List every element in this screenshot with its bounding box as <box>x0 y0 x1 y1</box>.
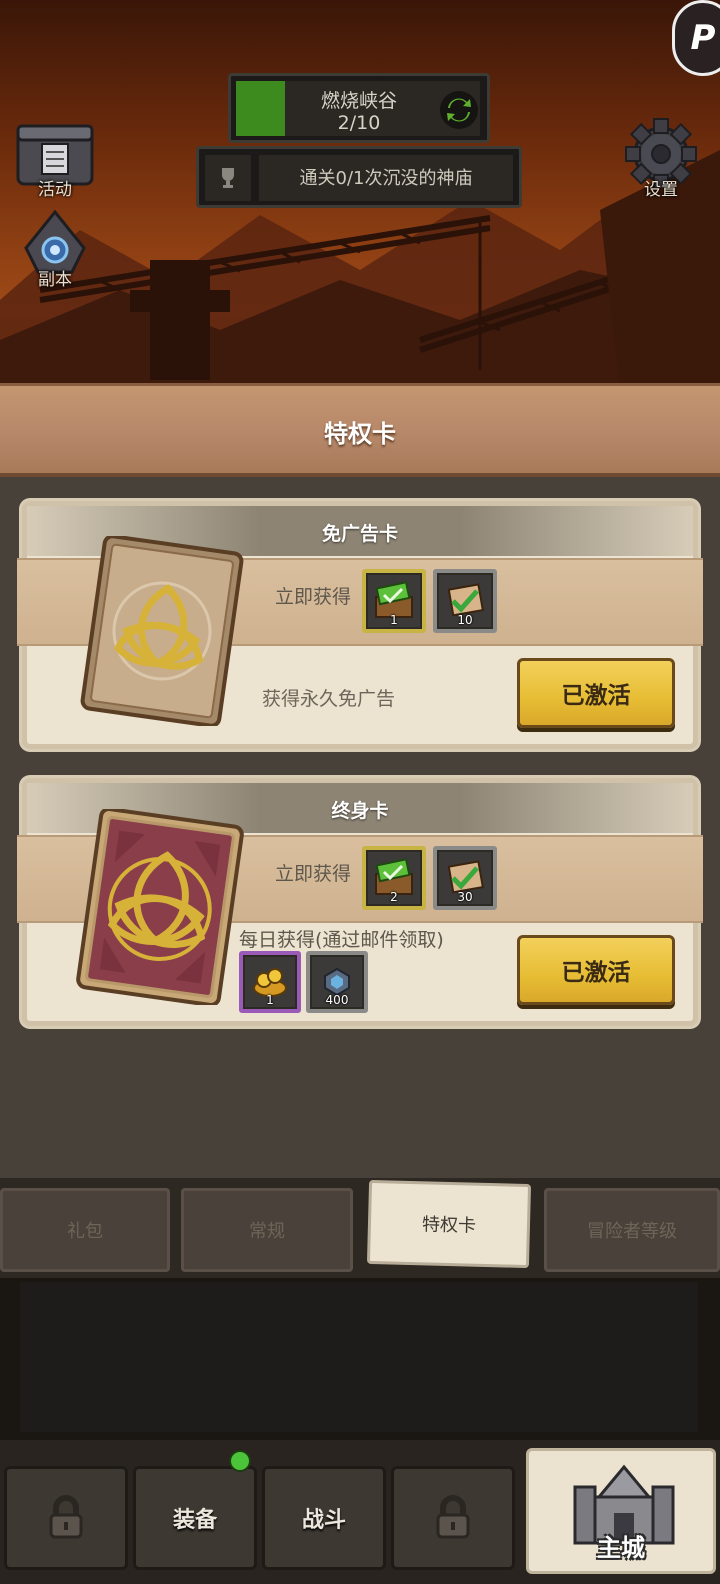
reward-qty: 400 <box>325 993 349 1007</box>
settings-label: 设置 <box>644 180 678 200</box>
instant-reward-label: 立即获得 <box>275 586 352 608</box>
reward-qty: 1 <box>390 613 398 627</box>
stage-progress-box: 燃烧峡谷 2/10 <box>228 73 490 143</box>
logo-glyph-icon: P <box>690 18 716 58</box>
nav-equipment[interactable]: 装备 <box>133 1466 257 1570</box>
card-description: 获得永久免广告 <box>262 688 396 710</box>
tab-adventurer-level[interactable]: 冒险者等级 <box>544 1188 720 1272</box>
main-city-label: 主城 <box>597 1534 645 1562</box>
reward-slot[interactable]: 30 <box>433 846 497 910</box>
reward-qty: 1 <box>266 993 274 1007</box>
dungeon-label: 副本 <box>38 270 72 290</box>
content-empty-area <box>20 1282 698 1432</box>
lock-icon <box>436 1495 470 1539</box>
shop-tabs: 礼包 常规 特权卡 冒险者等级 <box>0 1178 720 1278</box>
quest-tracker[interactable]: 通关0/1次沉没的神庙 <box>196 146 522 208</box>
dungeon-button[interactable]: 副本 <box>12 208 98 294</box>
lifetime-card: 终身卡 立即获得 2 30 每日获得(通过邮件领取) 1 400 已激活 <box>17 778 703 1026</box>
quest-trophy-icon <box>205 155 251 201</box>
tab-gift-pack[interactable]: 礼包 <box>0 1188 170 1272</box>
nav-locked-1[interactable] <box>4 1466 128 1570</box>
daily-reward-slot[interactable]: 1 <box>239 951 301 1013</box>
daily-reward-slot[interactable]: 400 <box>306 951 368 1013</box>
reward-qty: 2 <box>390 890 398 904</box>
activity-button[interactable]: 活动 <box>12 118 98 204</box>
no-ads-card: 免广告卡 立即获得 1 10 获得永久免广告 已激活 <box>17 501 703 749</box>
reward-slot[interactable]: 10 <box>433 569 497 633</box>
activated-button[interactable]: 已激活 <box>517 658 675 728</box>
quest-text: 通关0/1次沉没的神庙 <box>299 168 473 189</box>
app-logo: P <box>672 0 720 76</box>
refresh-icon <box>447 98 471 122</box>
bottom-nav: 装备 战斗 主城 <box>0 1440 720 1584</box>
reward-slot[interactable]: 1 <box>362 569 426 633</box>
nav-battle[interactable]: 战斗 <box>262 1466 386 1570</box>
settings-button[interactable]: 设置 <box>618 118 704 204</box>
privilege-header: 特权卡 <box>0 383 720 477</box>
activated-button[interactable]: 已激活 <box>517 935 675 1005</box>
lifetime-card-art <box>76 809 244 1005</box>
page-title: 特权卡 <box>324 420 396 448</box>
tab-privilege-card[interactable]: 特权卡 <box>366 1179 532 1269</box>
reward-qty: 30 <box>457 890 473 904</box>
lock-icon <box>49 1495 83 1539</box>
nav-main-city[interactable]: 主城 <box>526 1448 716 1574</box>
reward-qty: 10 <box>457 613 473 627</box>
no-ads-card-art <box>80 536 244 726</box>
daily-reward-label: 每日获得(通过邮件领取) <box>239 929 444 951</box>
instant-reward-label: 立即获得 <box>275 863 352 885</box>
activity-label: 活动 <box>38 180 72 200</box>
refresh-stage-button[interactable] <box>440 91 478 129</box>
game-scene: P 燃烧峡谷 2/10 通关0/1次沉没的神庙 活动 副本 设置 <box>0 0 720 392</box>
tab-regular[interactable]: 常规 <box>181 1188 353 1272</box>
notification-badge <box>229 1450 251 1472</box>
nav-locked-2[interactable] <box>391 1466 515 1570</box>
reward-slot[interactable]: 2 <box>362 846 426 910</box>
privilege-panel: 免广告卡 立即获得 1 10 获得永久免广告 已激活 终身卡 立即获得 2 30… <box>0 477 720 1185</box>
